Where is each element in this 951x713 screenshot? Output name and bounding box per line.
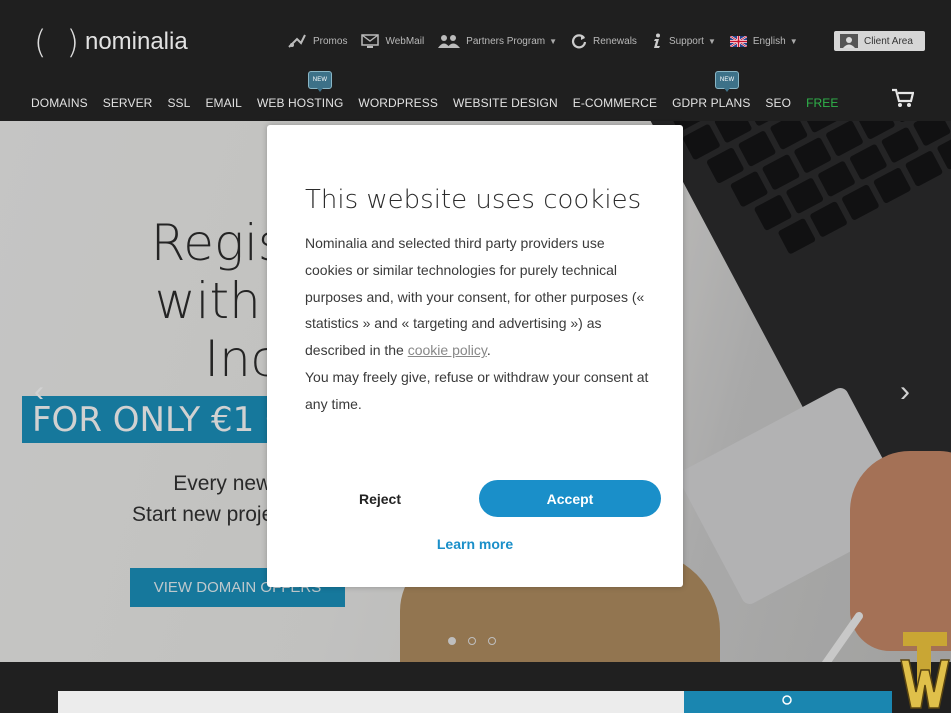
nav-server[interactable]: SERVER	[103, 96, 153, 110]
new-badge: NEW	[307, 71, 332, 92]
nav-label: DOMAINS	[31, 96, 88, 110]
nav-label: SSL	[167, 96, 191, 110]
nav-seo[interactable]: SEO	[765, 96, 791, 110]
nav-domains[interactable]: DOMAINS	[31, 96, 88, 110]
cart-icon	[892, 88, 915, 107]
logo-paren-left: (	[34, 23, 47, 61]
partners-link[interactable]: Partners Program ▼	[438, 34, 557, 48]
domain-search-input[interactable]	[58, 691, 684, 713]
renewals-icon	[571, 34, 587, 49]
main-nav: DOMAINS SERVER SSL EMAIL NEW WEB HOSTING…	[31, 71, 853, 110]
nav-label: SERVER	[102, 96, 153, 110]
cart-button[interactable]	[892, 88, 915, 113]
promos-link[interactable]: Promos	[287, 33, 347, 49]
nav-ecommerce[interactable]: E-COMMERCE	[573, 96, 657, 110]
renewals-label: Renewals	[593, 35, 637, 47]
nav-label: WEB HOSTING	[256, 96, 344, 110]
partners-label: Partners Program	[466, 35, 546, 47]
cookie-body-text: Nominalia and selected third party provi…	[305, 235, 645, 359]
chevron-down-icon: ▼	[707, 36, 716, 46]
support-link[interactable]: Support ▼	[651, 33, 716, 49]
cookie-policy-link[interactable]: cookie policy	[408, 342, 487, 358]
site-header: ( ) nominalia Promos WebMail Partners Pr…	[0, 0, 951, 121]
logo-paren-right: )	[66, 23, 79, 61]
cookie-consent-dialog: This website uses cookies Nominalia and …	[267, 125, 683, 587]
promo-icon	[288, 34, 306, 48]
nav-label: WORDPRESS	[358, 96, 438, 110]
nav-label: GDPR PLANS	[672, 96, 751, 110]
nav-label: FREE	[806, 96, 839, 110]
webmail-label: WebMail	[385, 35, 425, 47]
language-select[interactable]: English ▼	[729, 35, 798, 47]
search-icon	[782, 695, 792, 705]
nav-ssl[interactable]: SSL	[167, 96, 190, 110]
language-label: English	[752, 35, 786, 47]
top-nav: Promos WebMail Partners Program ▼ Renewa…	[287, 30, 812, 52]
logo[interactable]: ( ) nominalia	[34, 22, 188, 62]
user-icon	[840, 34, 858, 48]
webmail-icon	[361, 33, 380, 48]
nav-label: EMAIL	[205, 96, 242, 110]
chevron-down-icon: ▼	[549, 36, 558, 46]
nav-free[interactable]: FREE	[806, 96, 838, 110]
learn-more-link[interactable]: Learn more	[417, 532, 533, 556]
nav-website-design[interactable]: WEBSITE DESIGN	[453, 96, 558, 110]
client-area-label: Client Area	[864, 35, 913, 47]
logo-text: nominalia	[84, 28, 188, 55]
accept-button[interactable]: Accept	[479, 480, 661, 517]
partners-icon	[438, 35, 461, 48]
nav-web-hosting[interactable]: NEW WEB HOSTING	[256, 71, 344, 110]
cookie-dialog-title: This website uses cookies	[305, 185, 642, 215]
domain-search-button[interactable]	[684, 691, 892, 713]
cookie-dialog-body: Nominalia and selected third party provi…	[305, 230, 655, 418]
support-label: Support	[668, 35, 704, 47]
client-area-button[interactable]: Client Area	[834, 31, 925, 51]
nav-label: SEO	[765, 96, 792, 110]
webmail-link[interactable]: WebMail	[361, 33, 425, 49]
cookie-body-consent: You may freely give, refuse or withdraw …	[305, 368, 649, 412]
chevron-down-icon: ▼	[789, 36, 798, 46]
watermark-logo	[900, 632, 950, 709]
uk-flag-icon	[729, 35, 747, 47]
nav-gdpr-plans[interactable]: NEW GDPR PLANS	[672, 71, 751, 110]
support-icon	[653, 33, 660, 48]
reject-button[interactable]: Reject	[337, 481, 423, 517]
nav-email[interactable]: EMAIL	[205, 96, 242, 110]
promos-label: Promos	[313, 35, 348, 47]
renewals-link[interactable]: Renewals	[571, 33, 637, 49]
nav-label: WEBSITE DESIGN	[452, 96, 558, 110]
cookie-body-period: .	[486, 342, 491, 359]
nav-label: E-COMMERCE	[572, 96, 658, 110]
nav-wordpress[interactable]: WORDPRESS	[358, 96, 438, 110]
new-badge: NEW	[715, 71, 740, 92]
